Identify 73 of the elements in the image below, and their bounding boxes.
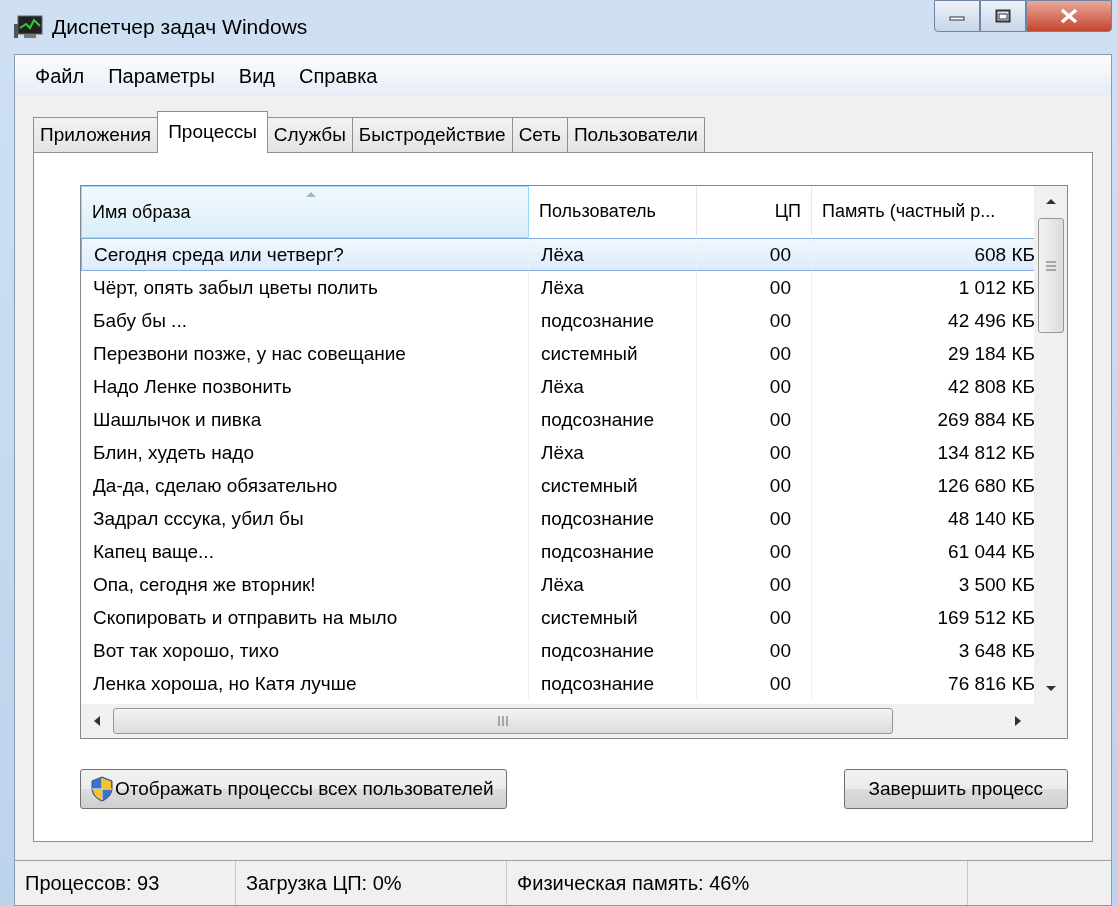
table-cell[interactable]: Да-да, сделаю обязательно xyxy=(81,469,529,502)
table-cell[interactable]: 00 xyxy=(697,304,812,337)
close-button[interactable] xyxy=(1026,0,1112,32)
shield-icon xyxy=(91,776,113,802)
table-cell[interactable]: системный xyxy=(529,469,697,502)
table-cell[interactable]: 00 xyxy=(697,535,812,568)
column-header[interactable]: Пользователь xyxy=(529,186,697,236)
table-cell[interactable]: 00 xyxy=(697,403,812,436)
table-cell[interactable]: Блин, худеть надо xyxy=(81,436,529,469)
column-header[interactable]: Имя образа xyxy=(81,186,529,238)
close-icon xyxy=(1060,8,1078,24)
table-cell[interactable]: 00 xyxy=(697,238,812,271)
status-text: Процессов: 93 xyxy=(15,861,236,905)
table-cell[interactable]: 00 xyxy=(697,667,812,700)
table-cell[interactable]: Шашлычок и пивка xyxy=(81,403,529,436)
show-all-processes-button[interactable]: Отображать процессы всех пользователей xyxy=(80,769,507,809)
table-cell[interactable]: подсознание xyxy=(529,667,697,700)
table-cell[interactable]: Перезвони позже, у нас совещание xyxy=(81,337,529,370)
table-cell[interactable]: подсознание xyxy=(529,535,697,568)
table-cell[interactable]: системный xyxy=(529,337,697,370)
tab[interactable]: Приложения xyxy=(33,117,159,152)
table-cell[interactable]: Опа, сегодня же вторник! xyxy=(81,568,529,601)
scrollbar-thumb[interactable] xyxy=(113,708,893,734)
table-cell[interactable]: 00 xyxy=(697,370,812,403)
maximize-icon xyxy=(995,9,1011,23)
table-cell[interactable]: 608 КБ xyxy=(812,238,1034,271)
sort-arrow-icon xyxy=(305,191,317,198)
table-cell[interactable]: Сегодня среда или четверг? xyxy=(81,238,529,271)
table-cell[interactable]: Лёха xyxy=(529,238,697,271)
table-cell[interactable]: подсознание xyxy=(529,634,697,667)
scrollbar-thumb[interactable] xyxy=(1037,218,1064,333)
table-cell[interactable]: Капец ваще... xyxy=(81,535,529,568)
menu-item[interactable]: Файл xyxy=(25,61,95,91)
table-cell[interactable]: 00 xyxy=(697,469,812,502)
tab[interactable]: Процессы xyxy=(157,111,268,153)
tab[interactable]: Быстродействие xyxy=(351,117,513,152)
table-cell[interactable]: Бабу бы ... xyxy=(81,304,529,337)
maximize-button[interactable] xyxy=(980,0,1026,32)
table-cell[interactable]: 00 xyxy=(697,337,812,370)
tab[interactable]: Пользователи xyxy=(566,117,705,152)
monitor-icon xyxy=(14,14,44,40)
table-cell[interactable]: 00 xyxy=(697,568,812,601)
table-cell[interactable]: Задрал сссука, убил бы xyxy=(81,502,529,535)
table-cell[interactable]: Надо Ленке позвонить xyxy=(81,370,529,403)
end-process-button[interactable]: Завершить процесс xyxy=(843,769,1068,809)
menu-item[interactable]: Параметры xyxy=(98,61,225,91)
table-cell[interactable]: подсознание xyxy=(529,502,697,535)
window-title: Диспетчер задач Windows xyxy=(52,15,309,39)
table-cell[interactable]: 00 xyxy=(697,502,812,535)
table-cell[interactable]: подсознание xyxy=(529,304,697,337)
table-cell[interactable]: Ленка хороша, но Катя лучше xyxy=(81,667,529,700)
table-cell[interactable]: 00 xyxy=(697,634,812,667)
table-cell[interactable]: 00 xyxy=(697,271,812,304)
grip-icon xyxy=(497,715,509,727)
table-cell[interactable]: 00 xyxy=(697,436,812,469)
tab[interactable]: Сеть xyxy=(511,117,568,152)
table-cell[interactable]: Вот так хорошо, тихо xyxy=(81,634,529,667)
menu-item[interactable]: Справка xyxy=(289,61,388,91)
table-cell[interactable]: 00 xyxy=(697,601,812,634)
table-cell[interactable]: Лёха xyxy=(529,568,697,601)
table-cell[interactable]: подсознание xyxy=(529,403,697,436)
column-header[interactable]: ЦП xyxy=(697,186,812,236)
table-cell[interactable]: Лёха xyxy=(529,271,697,304)
table-cell[interactable]: Чёрт, опять забыл цветы полить xyxy=(81,271,529,304)
table-cell[interactable]: Скопировать и отправить на мыло xyxy=(81,601,529,634)
status-text: Физическая память: 46% xyxy=(507,861,968,905)
table-cell[interactable]: Лёха xyxy=(529,436,697,469)
table-cell[interactable]: Лёха xyxy=(529,370,697,403)
table-cell[interactable]: системный xyxy=(529,601,697,634)
tab[interactable]: Службы xyxy=(266,117,353,152)
menu-item[interactable]: Вид xyxy=(228,61,285,91)
grip-icon xyxy=(1044,261,1057,271)
status-text: Загрузка ЦП: 0% xyxy=(236,861,507,905)
